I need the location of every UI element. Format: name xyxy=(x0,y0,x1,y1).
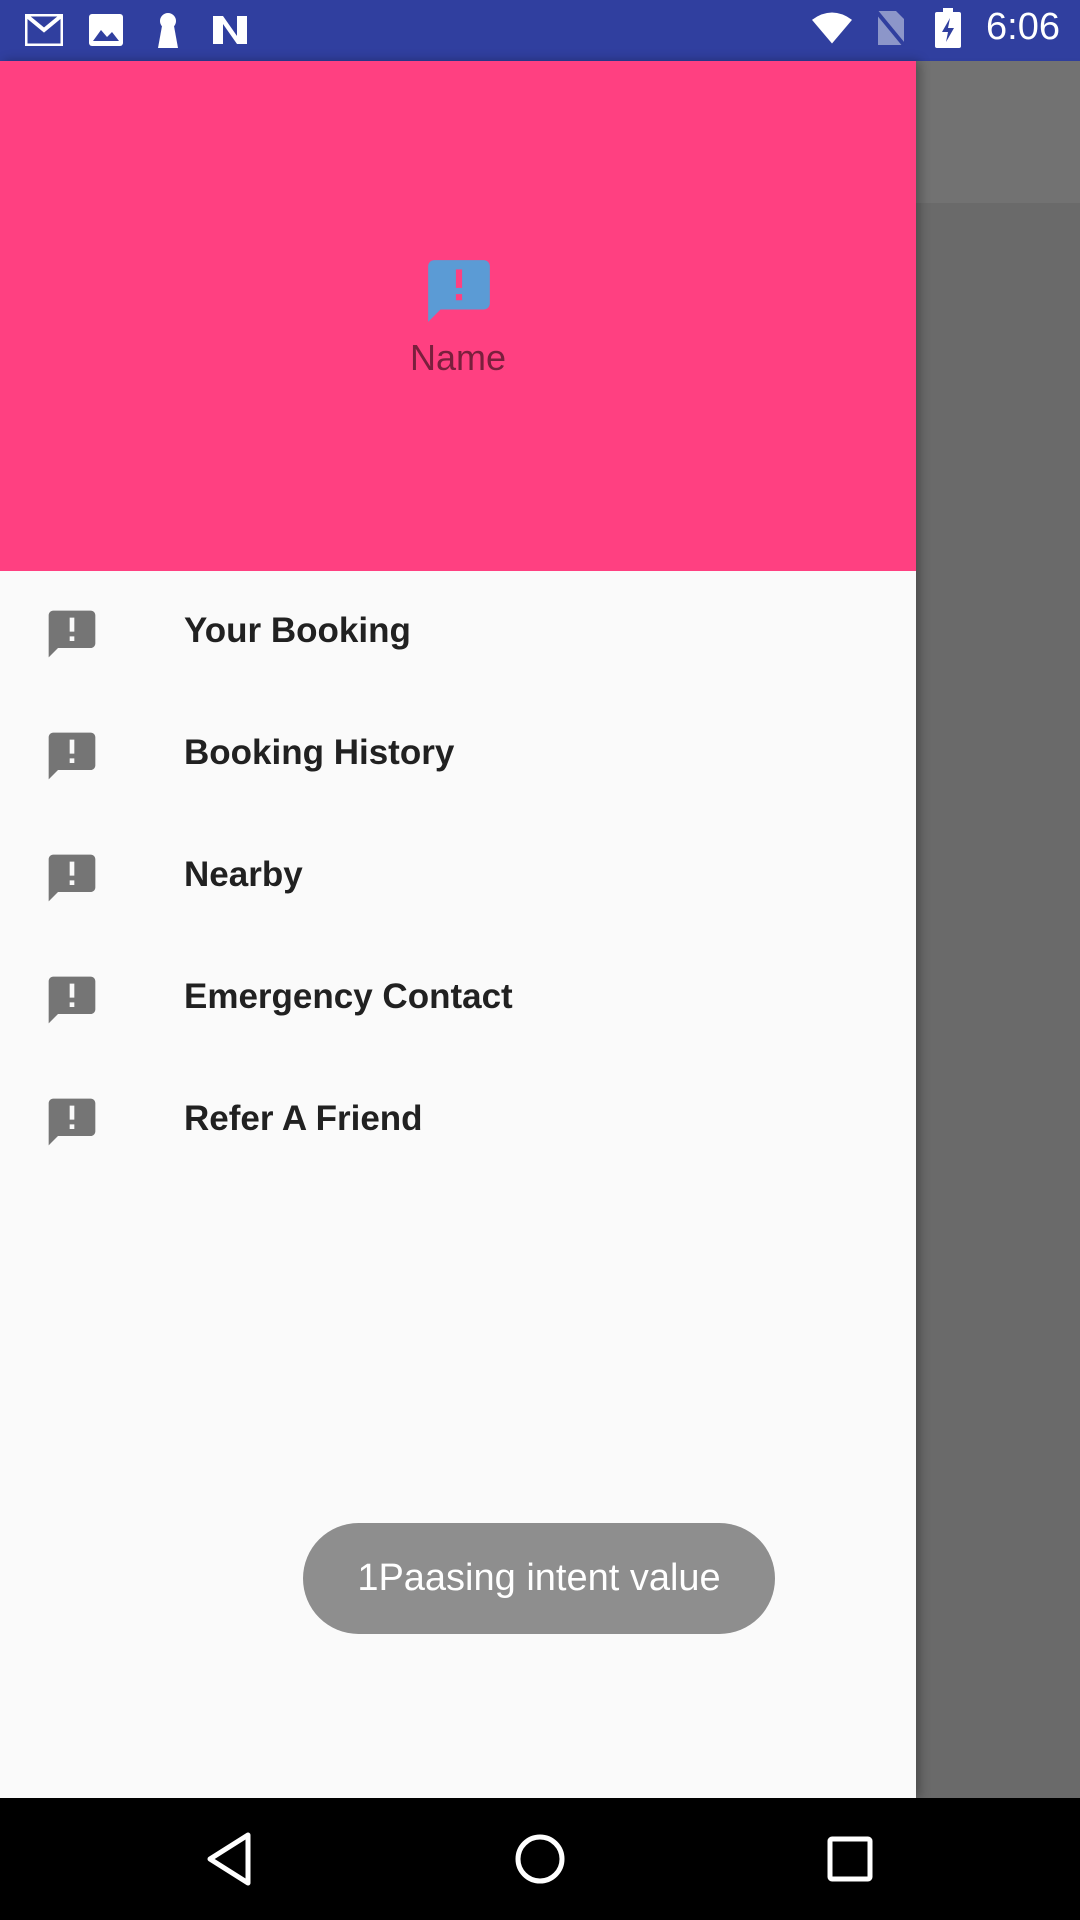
wifi-icon xyxy=(812,8,853,48)
feedback-icon xyxy=(44,606,100,662)
n-icon xyxy=(210,10,250,50)
menu-item-label: Emergency Contact xyxy=(184,977,513,1016)
drawer-header: Name xyxy=(0,61,916,571)
status-bar: 6:06 xyxy=(0,0,1080,61)
toast-message: 1Paasing intent value xyxy=(303,1523,775,1634)
feedback-icon xyxy=(422,254,496,328)
menu-item-nearby[interactable]: Nearby xyxy=(0,815,916,937)
home-icon[interactable] xyxy=(510,1829,570,1889)
menu-item-refer-a-friend[interactable]: Refer A Friend xyxy=(0,1059,916,1181)
back-icon[interactable] xyxy=(200,1829,260,1889)
gmail-icon xyxy=(24,10,64,50)
feedback-icon xyxy=(44,972,100,1028)
keyhole-icon xyxy=(148,10,188,50)
battery-charging-icon xyxy=(928,7,968,48)
feedback-icon xyxy=(44,1094,100,1150)
menu-item-label: Booking History xyxy=(184,733,455,772)
gallery-icon xyxy=(86,10,126,50)
drawer-scrim[interactable] xyxy=(916,203,1080,1798)
header-user-name: Name xyxy=(409,337,507,378)
feedback-icon xyxy=(44,850,100,906)
drawer-menu: Your Booking Booking History Nearby Emer… xyxy=(0,571,916,1181)
background-app-toolbar xyxy=(916,61,1080,203)
feedback-icon xyxy=(44,728,100,784)
menu-item-emergency-contact[interactable]: Emergency Contact xyxy=(0,937,916,1059)
menu-item-label: Your Booking xyxy=(184,611,411,650)
menu-item-label: Nearby xyxy=(184,855,303,894)
no-sim-icon xyxy=(870,8,910,48)
recents-icon[interactable] xyxy=(820,1829,880,1889)
navigation-bar xyxy=(0,1798,1080,1920)
menu-item-your-booking[interactable]: Your Booking xyxy=(0,571,916,693)
menu-item-booking-history[interactable]: Booking History xyxy=(0,693,916,815)
status-time: 6:06 xyxy=(986,6,1060,48)
menu-item-label: Refer A Friend xyxy=(184,1099,423,1138)
